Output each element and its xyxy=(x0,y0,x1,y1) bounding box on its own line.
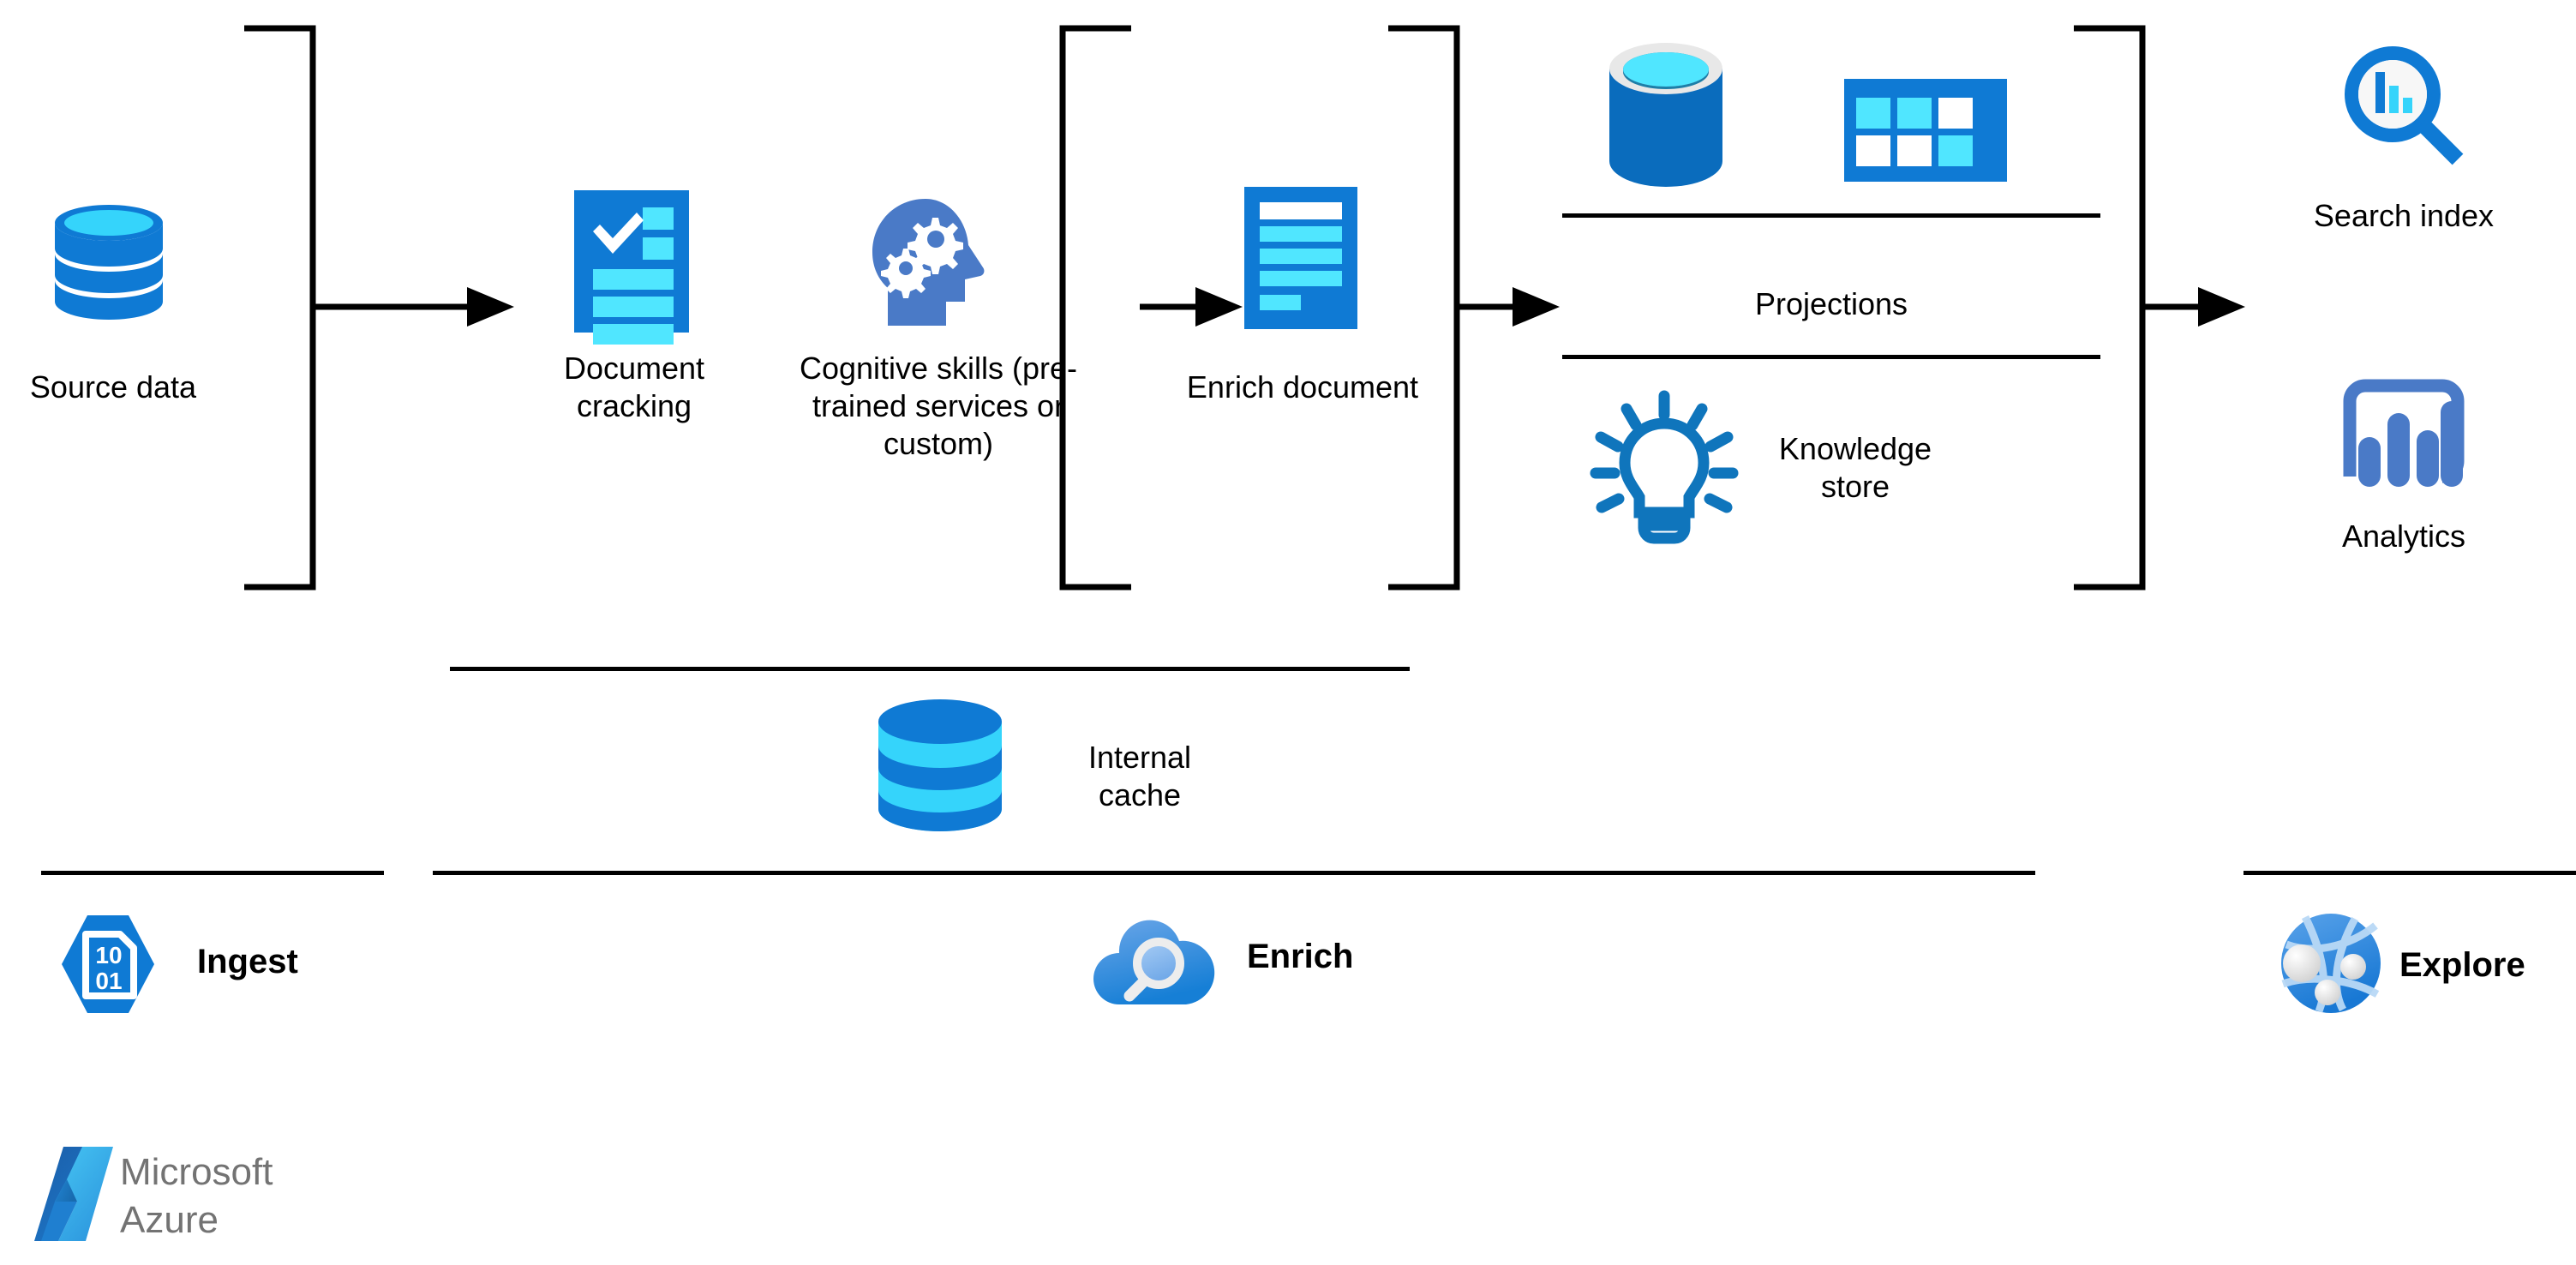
projections-label: Projections xyxy=(1754,286,1908,321)
legend-label-ingest: Ingest xyxy=(197,943,298,980)
arrow-source-to-cracking-head xyxy=(467,287,514,327)
bracket-enrichdoc-right xyxy=(1388,25,1460,591)
azure-brand-text: Microsoft Azure xyxy=(120,1151,273,1242)
globe-nodes-icon xyxy=(2279,910,2384,1016)
brain-gears-icon xyxy=(866,195,1003,329)
document-checklist-icon xyxy=(574,190,689,345)
blob-storage-icon xyxy=(1604,41,1728,187)
arrow-to-outputs-head xyxy=(2198,287,2245,327)
magnifier-chart-icon xyxy=(2339,45,2468,173)
ingest-phase-rule xyxy=(41,871,384,875)
internal-cache-label: Internal cache xyxy=(1087,740,1192,812)
arrow-enrichdoc-to-projections-head xyxy=(1513,287,1560,327)
cache-database-icon xyxy=(876,699,1004,835)
database-icon xyxy=(53,204,165,321)
cloud-magnifier-icon xyxy=(1090,910,1215,1015)
analytics-label: Analytics xyxy=(2341,519,2466,554)
projections-bottom-rule xyxy=(1562,355,2100,359)
search-index-label: Search index xyxy=(2313,198,2495,233)
enriched-document-icon xyxy=(1244,187,1357,329)
source-data-label: Source data xyxy=(29,369,197,405)
enrich-phase-rule xyxy=(433,871,2035,875)
cognitive-skills-label: Cognitive skills (pre- trained services … xyxy=(799,351,1078,461)
power-bi-bars-icon xyxy=(2338,377,2470,495)
arrow-skills-to-enrichdoc-head xyxy=(1195,287,1243,327)
internal-cache-top-rule xyxy=(450,667,1410,671)
diagram-canvas: Source data Document cracking Cognitive … xyxy=(0,0,2576,1265)
projections-top-rule xyxy=(1562,213,2100,218)
document-cracking-label: Document cracking xyxy=(563,351,705,423)
hexagon-binary-icon: 10 01 xyxy=(60,912,156,1016)
hexagon-binary-top-text: 10 xyxy=(95,942,122,968)
hexagon-binary-bottom-text: 01 xyxy=(95,968,122,994)
azure-logo-icon xyxy=(33,1145,115,1244)
explore-phase-rule xyxy=(2244,871,2576,875)
bracket-ingest xyxy=(244,25,316,591)
legend-label-explore: Explore xyxy=(2399,946,2525,984)
table-grid-icon xyxy=(1844,79,2007,182)
bracket-skillset-right xyxy=(1059,25,1131,591)
lightbulb-icon xyxy=(1590,387,1739,544)
enrich-document-label: Enrich document xyxy=(1186,369,1419,405)
knowledge-store-label: Knowledge store xyxy=(1778,431,1932,504)
legend-label-enrich: Enrich xyxy=(1247,938,1354,975)
